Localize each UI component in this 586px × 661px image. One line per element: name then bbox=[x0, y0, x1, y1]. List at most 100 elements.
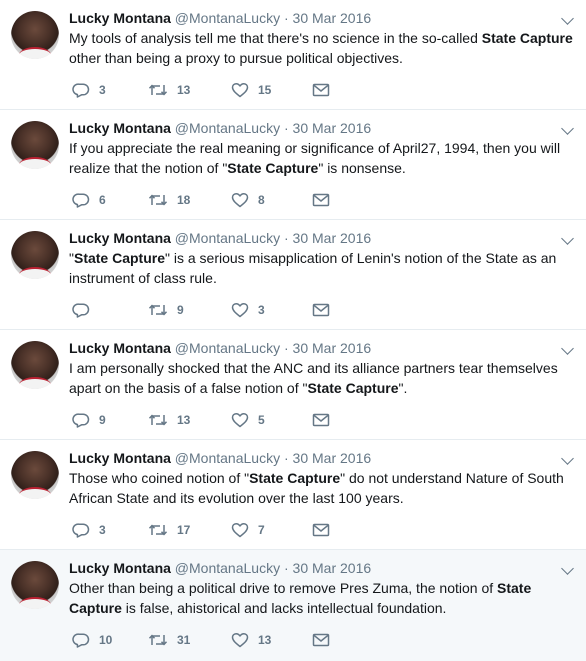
author-name[interactable]: Lucky Montana bbox=[69, 450, 171, 466]
avatar[interactable] bbox=[11, 451, 59, 499]
author-handle[interactable]: @MontanaLucky bbox=[175, 230, 280, 246]
separator: · bbox=[283, 230, 289, 246]
retweet-button[interactable]: 9 bbox=[148, 300, 184, 320]
envelope-icon bbox=[312, 633, 330, 647]
tweet[interactable]: Lucky Montana @MontanaLucky · 30 Mar 201… bbox=[0, 440, 586, 550]
tweet-actions: 3 17 7 bbox=[72, 520, 372, 540]
tweet-date[interactable]: 30 Mar 2016 bbox=[293, 10, 372, 26]
avatar[interactable] bbox=[11, 561, 59, 609]
heart-icon bbox=[231, 632, 249, 648]
chevron-down-icon[interactable] bbox=[561, 122, 574, 135]
avatar[interactable] bbox=[11, 11, 59, 59]
tweet-actions: 6 18 8 bbox=[72, 190, 372, 210]
like-count: 5 bbox=[258, 413, 265, 427]
retweet-icon bbox=[148, 194, 168, 206]
direct-message-button[interactable] bbox=[312, 520, 330, 540]
reply-button[interactable]: 3 bbox=[72, 520, 106, 540]
direct-message-button[interactable] bbox=[312, 190, 330, 210]
reply-icon bbox=[72, 523, 90, 538]
author-handle[interactable]: @MontanaLucky bbox=[175, 450, 280, 466]
author-name[interactable]: Lucky Montana bbox=[69, 10, 171, 26]
chevron-down-icon[interactable] bbox=[561, 232, 574, 245]
avatar-shirt bbox=[19, 487, 51, 499]
direct-message-button[interactable] bbox=[312, 80, 330, 100]
reply-icon bbox=[72, 83, 90, 98]
avatar-shirt bbox=[19, 597, 51, 609]
avatar-shirt bbox=[19, 157, 51, 169]
highlighted-term: State Capture bbox=[481, 30, 573, 46]
author-handle[interactable]: @MontanaLucky bbox=[175, 120, 280, 136]
reply-button[interactable]: 6 bbox=[72, 190, 106, 210]
retweet-count: 13 bbox=[177, 413, 191, 427]
tweet-text: My tools of analysis tell me that there'… bbox=[69, 28, 574, 68]
tweet-actions: 9 13 5 bbox=[72, 410, 372, 430]
author-name[interactable]: Lucky Montana bbox=[69, 340, 171, 356]
tweet-header: Lucky Montana @MontanaLucky · 30 Mar 201… bbox=[69, 118, 556, 138]
like-button[interactable]: 15 bbox=[231, 80, 271, 100]
reply-count: 6 bbox=[99, 193, 106, 207]
tweet-date[interactable]: 30 Mar 2016 bbox=[293, 340, 372, 356]
envelope-icon bbox=[312, 303, 330, 317]
author-name[interactable]: Lucky Montana bbox=[69, 120, 171, 136]
author-handle[interactable]: @MontanaLucky bbox=[175, 10, 280, 26]
tweet-date[interactable]: 30 Mar 2016 bbox=[293, 120, 372, 136]
envelope-icon bbox=[312, 413, 330, 427]
heart-icon bbox=[231, 192, 249, 208]
highlighted-term: State Capture bbox=[249, 470, 341, 486]
text-segment: Those who coined notion of " bbox=[69, 470, 250, 486]
author-name[interactable]: Lucky Montana bbox=[69, 230, 171, 246]
tweet-actions: 3 13 15 bbox=[72, 80, 372, 100]
direct-message-button[interactable] bbox=[312, 630, 330, 650]
reply-icon bbox=[72, 193, 90, 208]
chevron-down-icon[interactable] bbox=[561, 452, 574, 465]
like-button[interactable]: 8 bbox=[231, 190, 265, 210]
tweet[interactable]: Lucky Montana @MontanaLucky · 30 Mar 201… bbox=[0, 330, 586, 440]
envelope-icon bbox=[312, 193, 330, 207]
chevron-down-icon[interactable] bbox=[561, 12, 574, 25]
reply-button[interactable]: 3 bbox=[72, 80, 106, 100]
author-handle[interactable]: @MontanaLucky bbox=[175, 340, 280, 356]
tweet-text: Other than being a political drive to re… bbox=[69, 578, 574, 618]
direct-message-button[interactable] bbox=[312, 410, 330, 430]
like-count: 13 bbox=[258, 633, 272, 647]
avatar[interactable] bbox=[11, 121, 59, 169]
retweet-icon bbox=[148, 304, 168, 316]
separator: · bbox=[283, 450, 289, 466]
text-segment: " is nonsense. bbox=[318, 160, 406, 176]
tweet[interactable]: Lucky Montana @MontanaLucky · 30 Mar 201… bbox=[0, 0, 586, 110]
like-count: 15 bbox=[258, 83, 272, 97]
retweet-button[interactable]: 13 bbox=[148, 80, 190, 100]
direct-message-button[interactable] bbox=[312, 300, 330, 320]
reply-button[interactable]: 10 bbox=[72, 630, 112, 650]
reply-button[interactable]: 9 bbox=[72, 410, 106, 430]
tweet-date[interactable]: 30 Mar 2016 bbox=[293, 560, 372, 576]
reply-button[interactable] bbox=[72, 300, 99, 320]
tweet[interactable]: Lucky Montana @MontanaLucky · 30 Mar 201… bbox=[0, 110, 586, 220]
like-count: 7 bbox=[258, 523, 265, 537]
author-handle[interactable]: @MontanaLucky bbox=[175, 560, 280, 576]
tweet-date[interactable]: 30 Mar 2016 bbox=[293, 450, 372, 466]
heart-icon bbox=[231, 302, 249, 318]
reply-count: 3 bbox=[99, 523, 106, 537]
tweet[interactable]: Lucky Montana @MontanaLucky · 30 Mar 201… bbox=[0, 220, 586, 330]
retweet-button[interactable]: 18 bbox=[148, 190, 190, 210]
tweet-header: Lucky Montana @MontanaLucky · 30 Mar 201… bbox=[69, 558, 556, 578]
retweet-button[interactable]: 31 bbox=[148, 630, 190, 650]
tweet[interactable]: Lucky Montana @MontanaLucky · 30 Mar 201… bbox=[0, 550, 586, 661]
chevron-down-icon[interactable] bbox=[561, 562, 574, 575]
chevron-down-icon[interactable] bbox=[561, 342, 574, 355]
like-button[interactable]: 13 bbox=[231, 630, 271, 650]
like-button[interactable]: 5 bbox=[231, 410, 265, 430]
tweet-actions: 10 31 13 bbox=[72, 630, 372, 650]
retweet-button[interactable]: 13 bbox=[148, 410, 190, 430]
retweet-button[interactable]: 17 bbox=[148, 520, 190, 540]
like-button[interactable]: 3 bbox=[231, 300, 265, 320]
avatar[interactable] bbox=[11, 341, 59, 389]
author-name[interactable]: Lucky Montana bbox=[69, 560, 171, 576]
like-button[interactable]: 7 bbox=[231, 520, 265, 540]
avatar-shirt bbox=[19, 47, 51, 59]
reply-icon bbox=[72, 303, 90, 318]
avatar[interactable] bbox=[11, 231, 59, 279]
tweet-date[interactable]: 30 Mar 2016 bbox=[293, 230, 372, 246]
tweet-actions: 9 3 bbox=[72, 300, 372, 320]
